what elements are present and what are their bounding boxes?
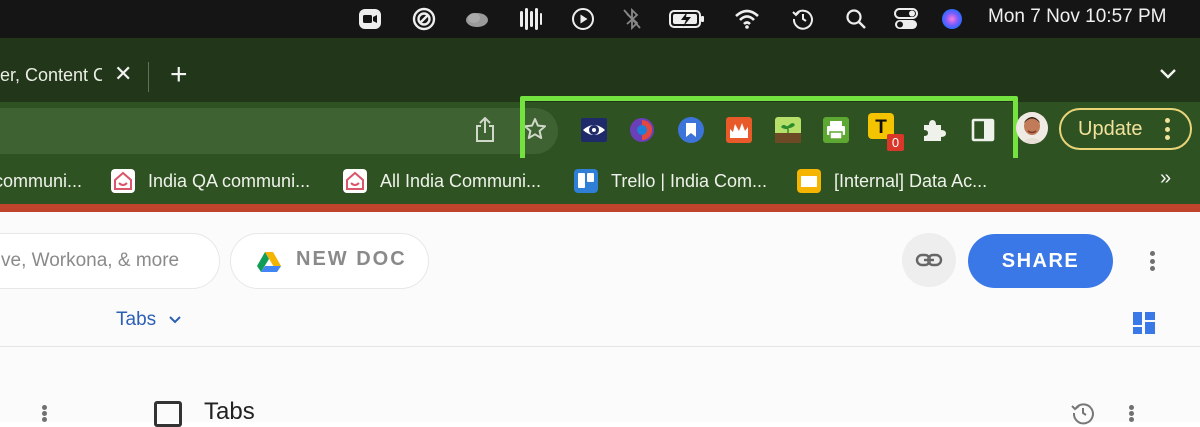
- section-divider: [0, 346, 1200, 347]
- share-page-icon[interactable]: [471, 116, 499, 144]
- grid-view-icon[interactable]: [1133, 312, 1155, 334]
- collapse-handle-icon[interactable]: ⁝: [0, 402, 4, 422]
- bookmark-label: [Internal] Data Ac...: [834, 170, 988, 191]
- bookmark-label: Trello | India Com...: [611, 170, 768, 191]
- wifi-icon[interactable]: [734, 7, 760, 31]
- bookmark-label: communi...: [0, 170, 83, 191]
- bluetooth-off-icon[interactable]: [619, 7, 645, 31]
- control-center-icon[interactable]: [893, 7, 919, 31]
- update-button-label: Update: [1078, 118, 1143, 140]
- slides-icon: [797, 169, 821, 193]
- search-input[interactable]: ve, Workona, & more: [0, 233, 220, 289]
- search-placeholder: ve, Workona, & more: [1, 250, 180, 271]
- bookmark-item[interactable]: All India Communi...: [343, 168, 541, 194]
- siri-icon[interactable]: [939, 7, 965, 31]
- bookmark-label: All India Communi...: [380, 170, 542, 191]
- waveform-icon[interactable]: [517, 7, 543, 31]
- search-icon[interactable]: [843, 7, 869, 31]
- bookmark-label: India QA communi...: [148, 170, 311, 191]
- copy-link-button[interactable]: [902, 233, 956, 287]
- chevron-down-icon: [169, 316, 182, 324]
- trello-icon: [574, 169, 598, 193]
- more-options-icon[interactable]: [1149, 251, 1155, 271]
- bookmark-item[interactable]: [Internal] Data Ac...: [797, 168, 987, 194]
- tab-separator: [148, 62, 149, 92]
- tabs-section-icon: [154, 401, 182, 427]
- page-top-accent-bar: [0, 204, 1200, 212]
- tabs-dropdown-label: Tabs: [116, 309, 157, 330]
- menubar-datetime[interactable]: Mon 7 Nov 10:57 PM: [988, 6, 1166, 28]
- share-button[interactable]: SHARE: [968, 234, 1113, 288]
- tab-title: er, Content C: [0, 65, 102, 85]
- play-icon[interactable]: [570, 7, 596, 31]
- new-tab-button[interactable]: +: [170, 60, 188, 90]
- link-icon: [915, 253, 943, 267]
- close-icon[interactable]: ✕: [114, 61, 132, 87]
- extensions-highlight-box: [520, 96, 1018, 164]
- bookmarks-bar: communi... India QA communi... All India…: [0, 158, 1200, 204]
- new-doc-button[interactable]: NEW DOC: [230, 233, 429, 289]
- more-bookmarks-button[interactable]: »: [1160, 167, 1171, 190]
- row-more-options-icon[interactable]: [41, 405, 47, 422]
- chevron-down-icon: [1160, 69, 1176, 79]
- bookmark-item[interactable]: Trello | India Com...: [574, 168, 767, 194]
- cloud-icon[interactable]: [464, 7, 490, 31]
- history-icon[interactable]: [1070, 400, 1096, 426]
- tabs-dropdown[interactable]: Tabs: [116, 309, 182, 331]
- tab-strip: er, Content C ✕ +: [0, 38, 1200, 102]
- zoom-icon[interactable]: [357, 7, 383, 31]
- tab-search-button[interactable]: [1158, 64, 1178, 87]
- bookmark-item[interactable]: India QA communi...: [111, 168, 310, 194]
- page-content: ve, Workona, & more NEW DOC SHARE Tabs ⁝…: [0, 212, 1200, 427]
- browser-menu-icon[interactable]: [1164, 118, 1170, 140]
- time-machine-icon[interactable]: [790, 7, 816, 31]
- browser-tab[interactable]: er, Content C ✕: [0, 46, 148, 102]
- bookmark-item[interactable]: communi...: [0, 168, 82, 194]
- menu-bar: Mon 7 Nov 10:57 PM: [0, 0, 1200, 38]
- section-more-options-icon[interactable]: [1128, 405, 1134, 422]
- new-doc-label: NEW DOC: [296, 248, 407, 270]
- home-favicon-icon: [111, 169, 135, 193]
- focus-icon[interactable]: [411, 7, 437, 31]
- update-button[interactable]: Update: [1059, 108, 1192, 150]
- profile-avatar[interactable]: [1016, 112, 1048, 144]
- share-label: SHARE: [1001, 250, 1080, 272]
- battery-charging-icon[interactable]: [668, 7, 706, 31]
- home-favicon-icon: [343, 169, 367, 193]
- google-drive-icon: [257, 252, 281, 272]
